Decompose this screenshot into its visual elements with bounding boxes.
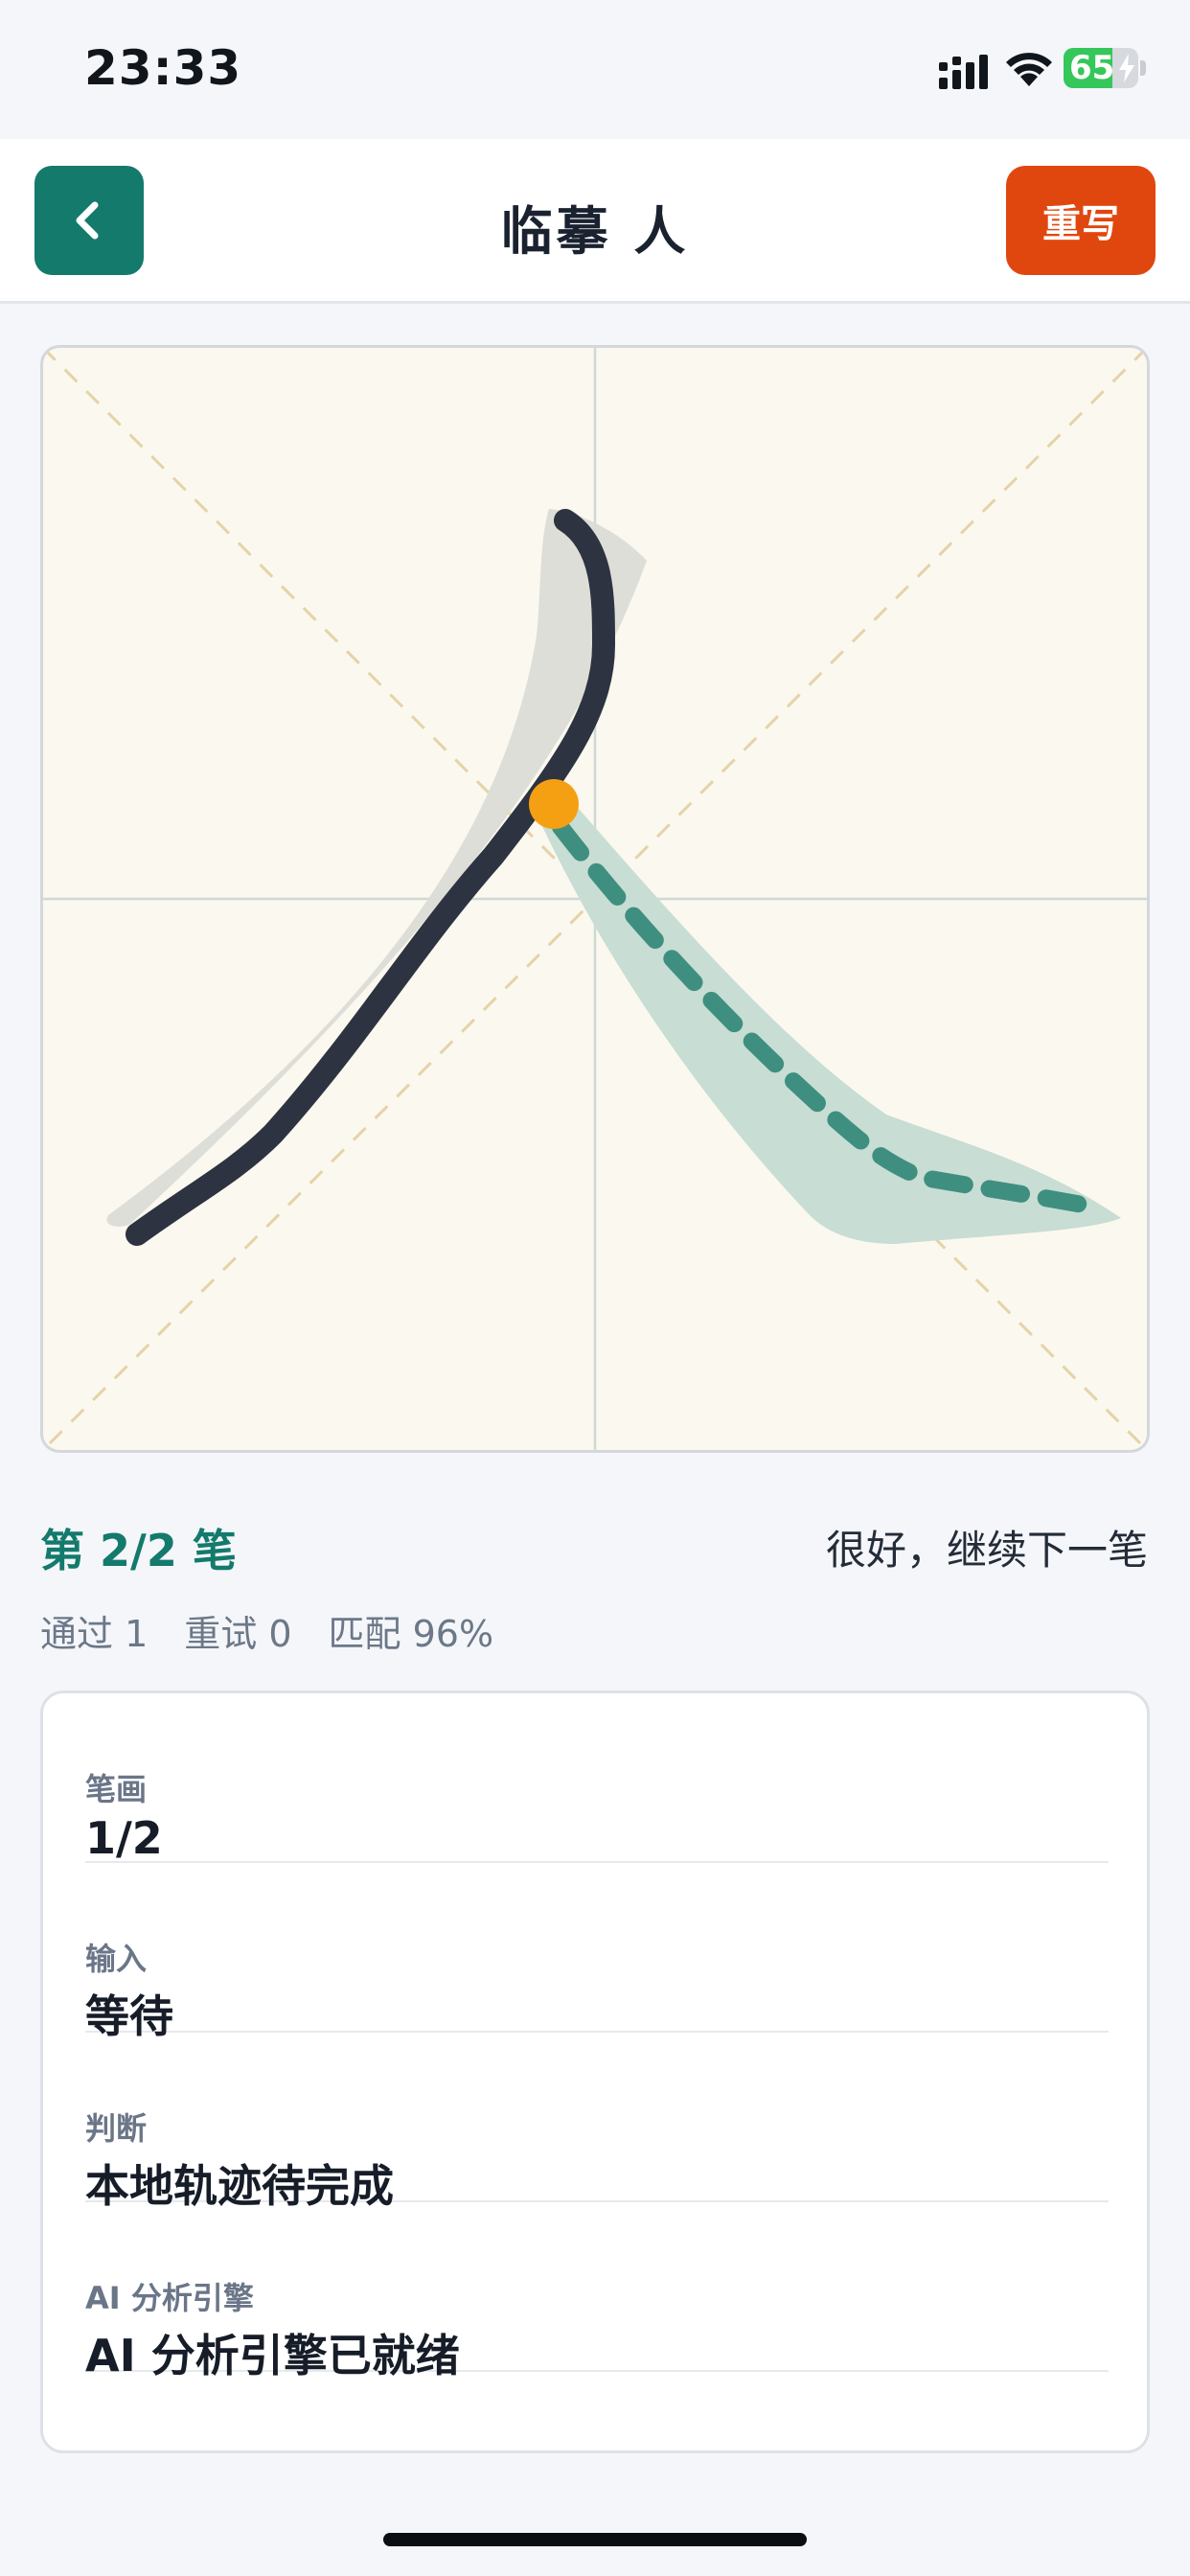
writing-canvas[interactable] [40,345,1150,1453]
nav-bar: 临摹 人 重写 [0,139,1190,304]
info-label: AI 分析引擎 [85,2280,254,2316]
info-panel: 笔画 1/2 输入 等待 判断 本地轨迹待完成 AI 分析引擎 AI 分析引擎已… [40,1690,1150,2453]
info-row-ai-engine: AI 分析引擎 AI 分析引擎已就绪 [85,2202,1109,2381]
battery-level: 65 [1064,48,1138,88]
battery-cap [1140,60,1146,76]
stat-retry: 重试 0 [184,1613,292,1655]
info-label: 判断 [85,2110,148,2147]
signal-icon [939,55,988,89]
home-indicator[interactable] [383,2533,807,2546]
info-value: 1/2 [85,1812,163,1864]
screen: 23:33 65 临摹 人 重写 第 2/2 笔 很好，继续下一笔 通过 1 重… [0,0,1190,2576]
info-label: 笔画 [85,1771,148,1807]
battery-percent: 65 [1069,49,1115,87]
battery-indicator: 65 [1064,48,1146,88]
stat-passed: 通过 1 [40,1613,149,1655]
info-row-input: 输入 等待 [85,1863,1109,2042]
stroke-start-dot [529,779,579,829]
info-value: AI 分析引擎已就绪 [85,2330,460,2381]
status-time: 23:33 [84,40,242,96]
stat-match: 匹配 96% [328,1613,494,1655]
info-row-judgement: 判断 本地轨迹待完成 [85,2033,1109,2212]
ink-stroke-1 [126,509,615,1246]
practice-stats: 通过 1 重试 0 匹配 96% [40,1604,493,1657]
status-bar: 23:33 65 [0,0,1190,139]
info-label: 输入 [85,1941,148,1977]
wifi-icon [1006,53,1052,86]
charging-bolt-icon [1119,54,1134,82]
info-row-stroke: 笔画 1/2 [85,1693,1109,1864]
stroke-progress: 第 2/2 笔 [40,1525,237,1576]
rewrite-button[interactable]: 重写 [1006,166,1156,275]
reference-stroke-2 [534,784,1121,1244]
feedback-message: 很好，继续下一笔 [825,1527,1148,1574]
practice-grid [43,348,1147,1450]
